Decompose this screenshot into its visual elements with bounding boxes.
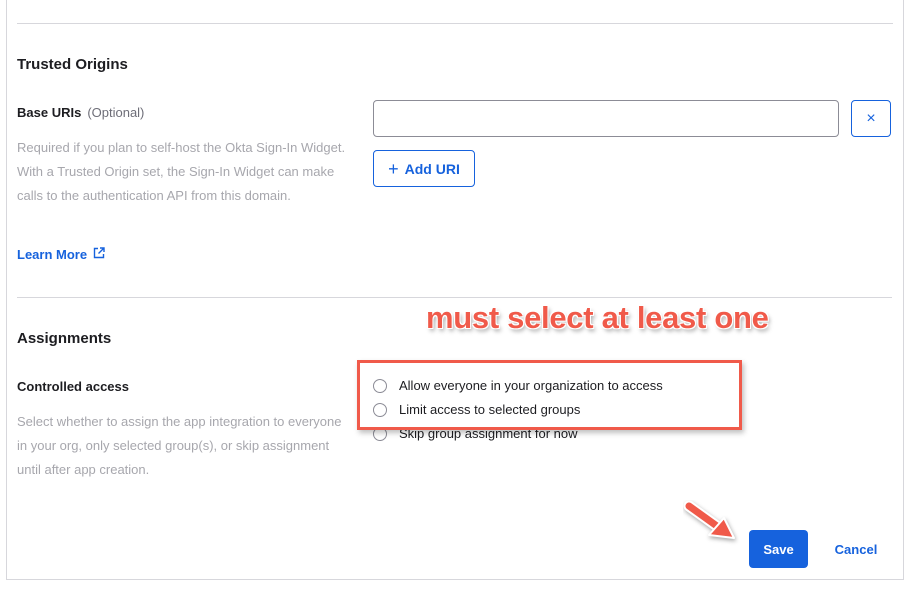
save-button[interactable]: Save bbox=[749, 530, 808, 568]
annotation-arrow-icon bbox=[683, 500, 735, 539]
cancel-button[interactable]: Cancel bbox=[822, 530, 890, 568]
section-divider bbox=[17, 297, 892, 298]
clear-uri-button[interactable]: × bbox=[851, 100, 891, 137]
add-uri-label: Add URI bbox=[404, 160, 460, 177]
external-link-icon bbox=[93, 247, 105, 262]
controlled-access-label: Controlled access bbox=[17, 379, 129, 394]
learn-more-label: Learn More bbox=[17, 247, 88, 262]
base-uris-label-text: Base URIs bbox=[17, 105, 82, 120]
assignments-title: Assignments bbox=[17, 330, 112, 347]
close-icon: × bbox=[866, 109, 876, 127]
trusted-origins-title: Trusted Origins bbox=[17, 56, 128, 73]
top-divider bbox=[17, 23, 893, 24]
annotation-highlight-box bbox=[357, 360, 742, 430]
settings-panel bbox=[6, 0, 904, 580]
plus-icon: + bbox=[388, 158, 399, 179]
trusted-origins-help-text: Required if you plan to self-host the Ok… bbox=[17, 140, 346, 203]
base-uri-input[interactable] bbox=[373, 100, 839, 137]
learn-more-link[interactable]: Learn More bbox=[17, 247, 105, 262]
assignments-help-text: Select whether to assign the app integra… bbox=[17, 414, 342, 477]
optional-tag: (Optional) bbox=[87, 105, 145, 120]
annotation-text: must select at least one bbox=[426, 300, 769, 335]
base-uris-label: Base URIs (Optional) bbox=[17, 105, 144, 120]
add-uri-button[interactable]: + Add URI bbox=[373, 150, 475, 187]
